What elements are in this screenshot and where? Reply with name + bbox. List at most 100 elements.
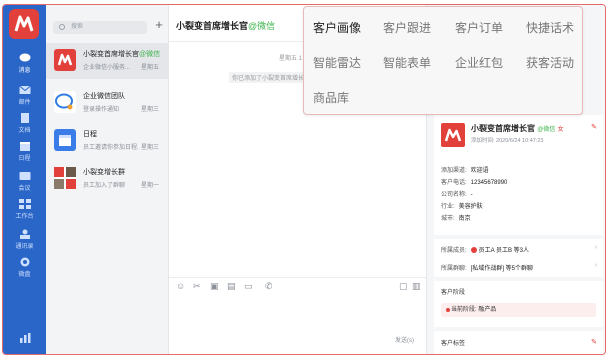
menu-item-red-packet[interactable]: 企业红包: [455, 54, 503, 71]
feature-menu: 客户画像 客户跟进 客户订单 快捷话术 智能雷达 智能表单 企业红包 获客活动 …: [303, 6, 583, 115]
ownership-card: 所属成员: 员工A 员工B 等3人 › 所属群聊: [私域作战群] 等5个群聊 ›: [434, 239, 603, 277]
menu-item-acquisition[interactable]: 获客活动: [526, 54, 574, 71]
conversation-name: 日程: [83, 131, 97, 138]
stage-dot-icon: [446, 308, 450, 312]
app-logo-icon: [57, 53, 73, 66]
sidebar-item-messages[interactable]: 消息: [3, 53, 46, 74]
emoji-icon[interactable]: ☺: [176, 281, 185, 291]
edit-icon[interactable]: ✎: [591, 338, 597, 346]
avatar: [54, 167, 76, 189]
owners-row[interactable]: 所属成员: 员工A 员工B 等3人: [441, 245, 529, 254]
search-input[interactable]: 搜索: [53, 21, 147, 34]
menu-item-customer-followup[interactable]: 客户跟进: [383, 19, 431, 36]
mail-icon: [18, 85, 31, 94]
list-item[interactable]: 日程 员工邀请你参加日程... 星期三: [46, 123, 169, 159]
avatar: [441, 123, 465, 147]
stage-title: 客户阶段: [441, 290, 466, 296]
app-logo: [9, 9, 39, 39]
tags-card: 客户标签 ✎: [434, 331, 603, 354]
conversation-preview: 企业微信小服务...: [83, 65, 131, 71]
conversation-name: 小裂变增长群: [83, 169, 125, 176]
field-company: 公司名称: -: [441, 192, 473, 198]
sidebar-item-label: 工作台: [15, 214, 34, 220]
file-icon[interactable]: ▤: [227, 281, 236, 292]
add-button[interactable]: +: [153, 17, 165, 32]
app-window: 消息 邮件 文档 日程 会议 工作台 通讯录 微盘 搜索 + 小裂变首席增长官@…: [2, 4, 606, 355]
menu-item-customer-orders[interactable]: 客户订单: [455, 19, 503, 36]
sidebar-item-meeting[interactable]: 会议: [3, 171, 46, 192]
workbench-icon: [18, 199, 31, 209]
meeting-icon: [19, 172, 30, 180]
system-message: 你已添加了小裂变首席增长: [229, 72, 308, 83]
input-toolbar: [169, 277, 426, 278]
sidebar-item-docs[interactable]: 文档: [3, 113, 46, 134]
sidebar-item-label: 文档: [18, 128, 31, 134]
groups-row[interactable]: 所属群聊: [私域作战群] 等5个群聊: [441, 263, 533, 272]
calendar-icon: [19, 142, 30, 151]
member-icon: [470, 247, 477, 253]
list-item[interactable]: 企业微信团队 登录操作通知 星期三: [46, 85, 169, 121]
search-icon: [59, 24, 65, 30]
chat-bubble-icon: [19, 53, 30, 62]
menu-item-quick-replies[interactable]: 快捷话术: [526, 19, 574, 36]
customer-name: 小裂变首席增长官 @微信 女: [471, 124, 564, 133]
conversation-time: 星期一: [140, 183, 159, 189]
stage-card: 客户阶段 当前阶段: 融产品: [434, 281, 603, 327]
wecom-icon: [55, 93, 73, 110]
app-logo-icon: [444, 128, 462, 142]
field-industry: 行业: 美容护肤: [441, 204, 483, 210]
conversation-preview: 登录操作通知: [83, 107, 120, 113]
profile-card: 小裂变首席增长官 @微信 女 添加时间: 2020/6/24 10:47:23 …: [434, 115, 603, 235]
sidebar-item-mail[interactable]: 邮件: [3, 85, 46, 106]
drive-icon: [20, 257, 29, 267]
nav-rail: 消息 邮件 文档 日程 会议 工作台 通讯录 微盘: [3, 5, 46, 354]
field-city: 城市: 南京: [441, 216, 471, 222]
calendar-icon: [59, 135, 71, 146]
sidebar-item-drive[interactable]: 微盘: [3, 257, 46, 278]
chat-title: 小裂变首席增长官@微信: [176, 21, 276, 31]
image-icon[interactable]: ▣: [210, 281, 219, 292]
conversation-time: 星期三: [140, 107, 159, 113]
sidebar-item-label: 日程: [18, 156, 31, 162]
history-icon[interactable]: ▥: [412, 281, 421, 292]
conversation-list: 搜索 + 小裂变首席增长官@微信 企业微信小服务... 星期五 企业微信团队 登…: [46, 5, 169, 354]
list-item[interactable]: 小裂变首席增长官@微信 企业微信小服务... 星期五: [46, 43, 169, 79]
sidebar-item-calendar[interactable]: 日程: [3, 141, 46, 162]
conversation-name: 小裂变首席增长官@微信: [83, 51, 161, 58]
group-avatar-icon: [54, 167, 76, 189]
scissors-icon[interactable]: ✂: [193, 281, 201, 292]
sidebar-item-label: 通讯录: [15, 244, 34, 250]
avatar: [54, 49, 76, 71]
conversation-preview: 员工加入了群聊: [83, 183, 126, 189]
stage-current[interactable]: 当前阶段: 融产品: [441, 303, 596, 317]
conversation-name: 企业微信团队: [83, 93, 125, 100]
menu-item-smart-form[interactable]: 智能表单: [383, 54, 431, 71]
menu-item-product-library[interactable]: 商品库: [313, 89, 349, 106]
message-timestamp: 星期五 1: [279, 56, 303, 62]
sidebar-item-label: 微盘: [18, 272, 31, 278]
conversation-time: 星期五: [140, 65, 159, 71]
folder-icon[interactable]: ▭: [244, 281, 253, 292]
tags-title: 客户标签: [441, 341, 466, 347]
menu-item-customer-profile[interactable]: 客户画像: [313, 19, 361, 36]
avatar: [54, 129, 76, 151]
list-item[interactable]: 小裂变增长群 员工加入了群聊 星期一: [46, 161, 169, 197]
conversation-preview: 员工邀请你参加日程...: [83, 145, 139, 151]
conversation-time: 星期三: [140, 145, 159, 151]
sidebar-item-label: 会议: [18, 186, 31, 192]
chevron-right-icon: ›: [594, 244, 597, 251]
sidebar-item-contacts[interactable]: 通讯录: [3, 229, 46, 250]
edit-icon[interactable]: ✎: [591, 123, 597, 131]
avatar: [54, 91, 76, 113]
stats-button[interactable]: [3, 333, 46, 345]
document-icon: [20, 113, 29, 123]
capture-icon[interactable]: ▢: [399, 281, 408, 292]
contacts-icon: [19, 229, 30, 239]
field-channel: 添加渠道: 欢迎语: [441, 168, 489, 174]
send-button[interactable]: 发送(s): [395, 335, 414, 344]
menu-item-smart-radar[interactable]: 智能雷达: [313, 54, 361, 71]
chevron-right-icon: ›: [594, 262, 597, 269]
field-phone: 客户电话: 12345678990: [441, 180, 508, 186]
sidebar-item-workbench[interactable]: 工作台: [3, 199, 46, 220]
phone-icon[interactable]: ✆: [265, 281, 273, 292]
